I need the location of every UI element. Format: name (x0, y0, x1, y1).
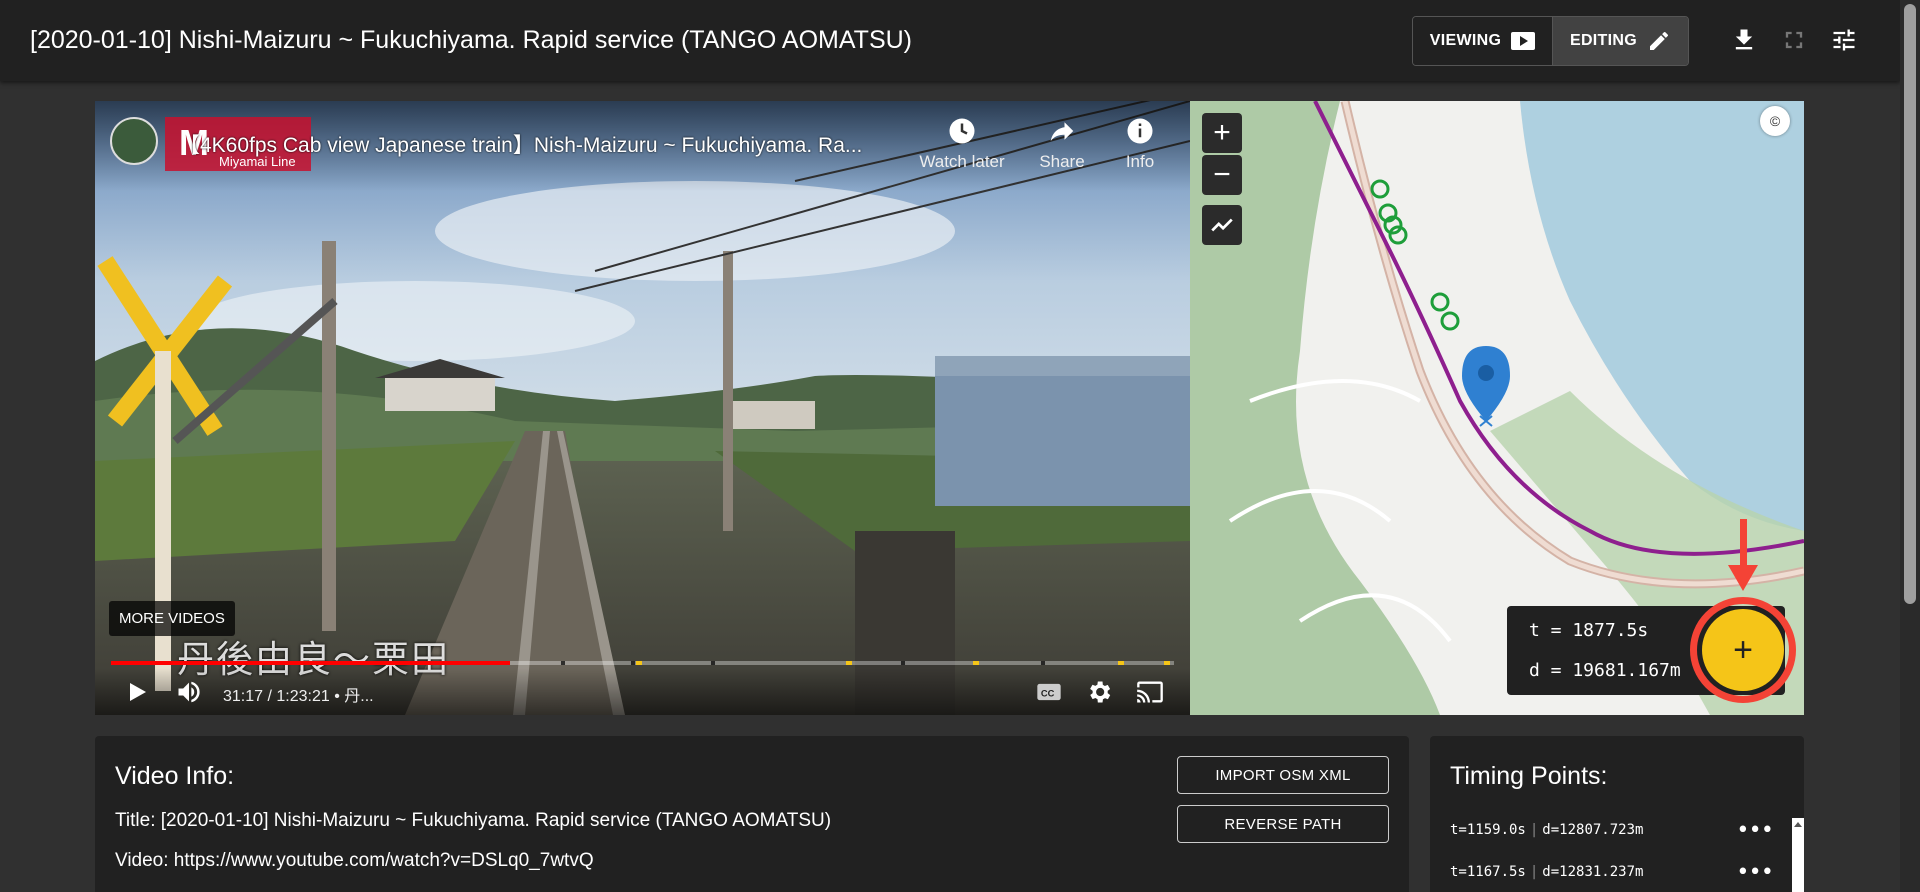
share-arrow-icon (1050, 122, 1074, 141)
viewing-mode-button[interactable]: VIEWING (1413, 17, 1552, 65)
page-scrollbar[interactable] (1900, 0, 1920, 892)
watch-later-label: Watch later (919, 152, 1005, 171)
video-info-panel: Video Info: Title: [2020-01-10] Nishi-Ma… (95, 736, 1409, 892)
video-time: 31:17 / 1:23:21 • 丹... (223, 688, 374, 705)
ad-marker (973, 661, 979, 665)
timing-point-row[interactable]: t=1159.0s | d=12807.723m ••• (1450, 818, 1793, 856)
video-frame (95, 101, 1190, 715)
volume-icon[interactable] (175, 678, 203, 706)
play-button-icon[interactable] (125, 680, 149, 704)
ad-marker (1164, 661, 1170, 665)
gear-icon[interactable] (1085, 678, 1113, 706)
video-title[interactable]: 【4K60fps Cab view Japanese train】Nish-Ma… (179, 129, 899, 159)
video-controls: 31:17 / 1:23:21 • 丹... CC (95, 668, 1190, 715)
chapter-marker (711, 661, 715, 665)
video-progress-fill (111, 661, 510, 665)
timing-points-scrollbar[interactable] (1792, 818, 1804, 892)
svg-text:CC: CC (1041, 689, 1055, 699)
ad-marker (636, 661, 642, 665)
info-label: Info (1125, 152, 1155, 171)
editing-label: EDITING (1569, 32, 1637, 49)
share-label: Share (1039, 152, 1085, 171)
clock-icon (949, 118, 975, 144)
timing-point-distance: d=12807.723m (1542, 822, 1644, 838)
route-map[interactable]: + − © t = 1877.5s d = 19681.167m + (1190, 101, 1804, 715)
zoom-in-button[interactable]: + (1202, 113, 1242, 153)
channel-avatar[interactable] (110, 117, 158, 165)
info-icon (1127, 118, 1153, 144)
app-header: [2020-01-10] Nishi-Maizuru ~ Fukuchiyama… (0, 0, 1900, 81)
map-attribution-button[interactable]: © (1760, 106, 1790, 136)
timing-points-panel: Timing Points: t=1159.0s | d=12807.723m ••… (1430, 736, 1804, 892)
play-icon (1511, 32, 1536, 50)
video-progress-bar[interactable] (111, 661, 1174, 665)
timing-point-time: t=1167.5s (1450, 864, 1526, 880)
distance-readout: d = 19681.167m (1529, 660, 1681, 681)
chapter-marker (901, 661, 905, 665)
ad-marker (846, 661, 852, 665)
path-tool-button[interactable] (1202, 205, 1242, 245)
app-root: [2020-01-10] Nishi-Maizuru ~ Fukuchiyama… (0, 0, 1920, 892)
chapter-marker (561, 661, 565, 665)
info-button[interactable]: Info (1090, 116, 1190, 172)
mode-toggle: VIEWING EDITING (1412, 16, 1689, 66)
video-info-heading: Video Info: (115, 762, 235, 790)
video-player[interactable]: M Miyamai Line 【4K60fps Cab view Japanes… (95, 101, 1190, 715)
timing-point-distance: d=12831.237m (1542, 864, 1644, 880)
scroll-up-icon[interactable] (1792, 819, 1804, 831)
captions-icon[interactable]: CC (1035, 678, 1063, 706)
video-title-line: Title: [2020-01-10] Nishi-Maizuru ~ Fuku… (115, 810, 832, 831)
page-title: [2020-01-10] Nishi-Maizuru ~ Fukuchiyama… (30, 26, 912, 54)
timing-point-row[interactable]: t=1167.5s | d=12831.237m ••• (1450, 860, 1793, 892)
line-chart-icon (1211, 218, 1233, 232)
row-menu-icon[interactable]: ••• (1736, 818, 1774, 843)
zoom-out-button[interactable]: − (1202, 155, 1242, 195)
pencil-icon (1649, 31, 1668, 50)
row-menu-icon[interactable]: ••• (1736, 860, 1774, 885)
reverse-path-button[interactable]: REVERSE PATH (1177, 805, 1389, 843)
chapter-marker (1041, 661, 1045, 665)
ad-marker (1118, 661, 1124, 665)
timing-points-heading: Timing Points: (1450, 762, 1608, 790)
time-readout: t = 1877.5s (1529, 620, 1649, 641)
page-scrollbar-thumb[interactable] (1904, 4, 1916, 604)
red-arrow-annotation (1728, 519, 1758, 591)
add-timing-point-button[interactable]: + (1702, 609, 1784, 691)
download-icon[interactable] (1730, 26, 1758, 54)
viewing-label: VIEWING (1429, 32, 1502, 49)
import-osm-button[interactable]: IMPORT OSM XML (1177, 756, 1389, 794)
chapter-marker (631, 661, 635, 665)
watch-later-button[interactable]: Watch later (912, 116, 1012, 172)
editing-mode-button[interactable]: EDITING (1551, 17, 1688, 65)
cast-icon[interactable] (1135, 678, 1165, 706)
timing-point-time: t=1159.0s (1450, 822, 1526, 838)
video-url-line: Video: https://www.youtube.com/watch?v=D… (115, 850, 594, 871)
fullscreen-icon[interactable] (1780, 26, 1808, 54)
settings-sliders-icon[interactable] (1830, 26, 1858, 54)
